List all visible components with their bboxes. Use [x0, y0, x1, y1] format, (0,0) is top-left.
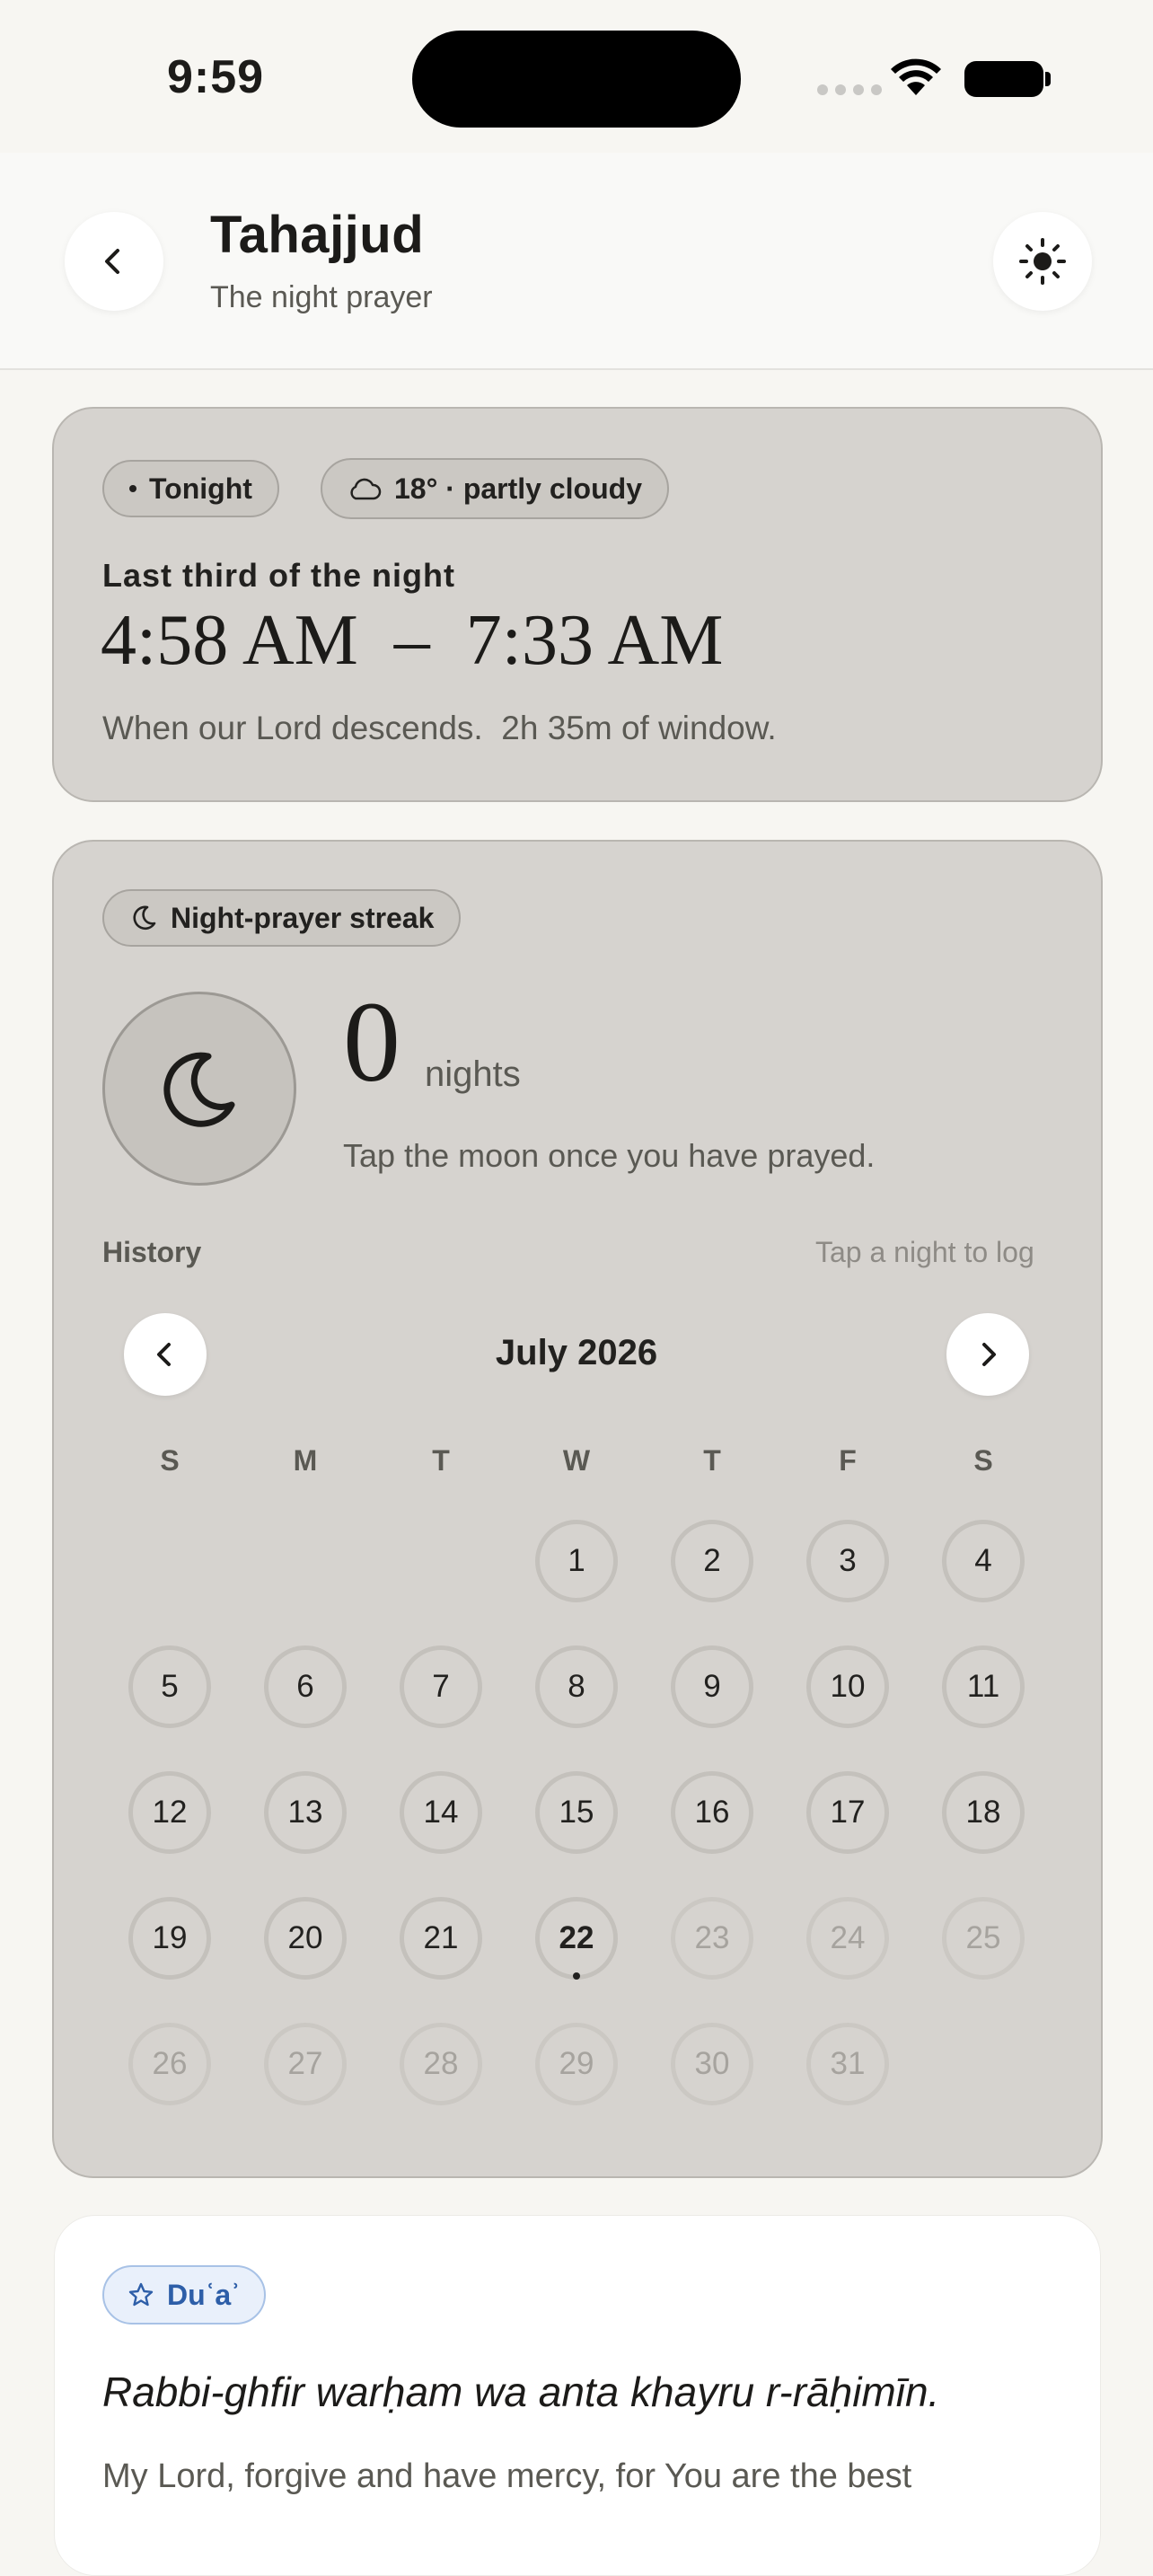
streak-hint: Tap the moon once you have prayed. [343, 1137, 876, 1174]
calendar-day[interactable]: 26 [128, 2023, 211, 2105]
weekday-label: S [160, 1444, 180, 1477]
battery-icon [964, 61, 1043, 97]
dua-badge-label: Duʿaʾ [167, 2278, 241, 2311]
window-description: When our Lord descends. 2h 35m of window… [102, 710, 777, 746]
star-icon [128, 2282, 154, 2307]
previous-month-button[interactable] [124, 1313, 207, 1396]
calendar-day[interactable]: 19 [128, 1897, 211, 1980]
calendar-day[interactable]: 18 [942, 1771, 1025, 1854]
calendar-day[interactable]: 12 [128, 1771, 211, 1854]
log-prayer-moon-button[interactable] [102, 992, 296, 1186]
weekday-label: W [562, 1444, 591, 1477]
calendar-day[interactable]: 31 [806, 2023, 889, 2105]
weather-badge: 18° · partly cloudy [321, 458, 669, 519]
calendar-day[interactable]: 14 [400, 1771, 482, 1854]
calendar-day[interactable]: 25 [942, 1897, 1025, 1980]
calendar-day[interactable]: 23 [671, 1897, 753, 1980]
calendar-day[interactable]: 5 [128, 1645, 211, 1728]
calendar-day[interactable]: 8 [535, 1645, 618, 1728]
calendar-day[interactable]: 20 [264, 1897, 347, 1980]
chevron-right-icon [982, 1343, 996, 1366]
streak-badge: Night-prayer streak [102, 889, 462, 947]
calendar-day[interactable]: 13 [264, 1771, 347, 1854]
calendar-day[interactable]: 11 [942, 1645, 1025, 1728]
page-title: Tahajjud [210, 206, 425, 264]
cellular-signal-icon [817, 84, 882, 95]
calendar-day[interactable]: 10 [806, 1645, 889, 1728]
header-bar [0, 153, 1153, 370]
calendar-day[interactable]: 15 [535, 1771, 618, 1854]
back-button[interactable] [65, 212, 163, 311]
cloud-icon [350, 478, 382, 500]
chevron-left-icon [105, 249, 119, 274]
dua-translation: My Lord, forgive and have mercy, for You… [102, 2457, 912, 2495]
history-hint: Tap a night to log [815, 1236, 1034, 1268]
window-heading: Last third of the night [102, 557, 455, 594]
wifi-icon [891, 58, 941, 95]
weekday-label: M [293, 1444, 318, 1477]
sun-icon [1019, 238, 1066, 285]
page-subtitle: The night prayer [210, 280, 433, 314]
calendar-day[interactable]: 2 [671, 1520, 753, 1602]
weekday-label: T [432, 1444, 450, 1477]
status-time: 9:59 [167, 51, 265, 103]
moon-icon [133, 905, 156, 931]
dua-transliteration: Rabbi-ghfir warḥam wa anta khayru r-rāḥi… [102, 2369, 940, 2415]
calendar-day[interactable]: 28 [400, 2023, 482, 2105]
calendar-day[interactable]: 30 [671, 2023, 753, 2105]
streak-badge-label: Night-prayer streak [171, 901, 435, 934]
moon-icon [163, 1052, 235, 1127]
calendar-day[interactable]: 16 [671, 1771, 753, 1854]
calendar-month-title: July 2026 [495, 1333, 658, 1372]
calendar-day[interactable]: 29 [535, 2023, 618, 2105]
weekday-label: T [703, 1444, 721, 1477]
dynamic-island [412, 31, 741, 128]
streak-unit: nights [425, 1054, 521, 1094]
weekday-label: F [839, 1444, 857, 1477]
calendar-day[interactable]: 27 [264, 2023, 347, 2105]
calendar-day[interactable]: 24 [806, 1897, 889, 1980]
today-indicator-dot [573, 1972, 580, 1980]
calendar-day-today[interactable]: 22 [535, 1897, 618, 1980]
chevron-left-icon [157, 1343, 171, 1366]
window-time-range: 4:58 AM – 7:33 AM [101, 601, 724, 680]
calendar-day[interactable]: 4 [942, 1520, 1025, 1602]
weather-label: 18° · partly cloudy [394, 472, 642, 505]
tonight-label: Tonight [149, 472, 252, 505]
calendar-day[interactable]: 9 [671, 1645, 753, 1728]
calendar-day[interactable]: 7 [400, 1645, 482, 1728]
history-label: History [102, 1236, 202, 1268]
calendar-day[interactable]: 21 [400, 1897, 482, 1980]
calendar-day[interactable]: 3 [806, 1520, 889, 1602]
weekday-label: S [973, 1444, 993, 1477]
calendar-day[interactable]: 17 [806, 1771, 889, 1854]
battery-cap [1045, 72, 1051, 86]
dua-badge: Duʿaʾ [102, 2265, 266, 2325]
theme-toggle-button[interactable] [993, 212, 1092, 311]
streak-count: 0 [343, 978, 400, 1106]
bullet-icon [129, 485, 136, 492]
calendar-day[interactable]: 1 [535, 1520, 618, 1602]
tonight-badge: Tonight [102, 460, 279, 517]
next-month-button[interactable] [946, 1313, 1029, 1396]
calendar-day[interactable]: 6 [264, 1645, 347, 1728]
